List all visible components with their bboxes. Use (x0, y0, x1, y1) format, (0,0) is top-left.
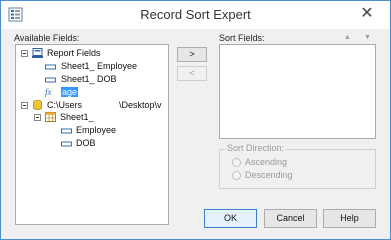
add-sort-field-button[interactable]: > (177, 47, 207, 62)
report-fields-icon (32, 48, 43, 58)
move-up-icon[interactable]: ▲ (344, 34, 351, 41)
descending-radio[interactable] (232, 171, 241, 180)
field-icon (61, 141, 72, 147)
field-icon (61, 128, 72, 134)
table-icon (45, 112, 56, 122)
tree-item-age-label: age (61, 87, 79, 97)
tree-item-report-fields[interactable]: Report Fields (47, 48, 101, 59)
available-fields-label: Available Fields: (14, 33, 80, 43)
tree-item-dob[interactable]: DOB (76, 138, 96, 149)
tree-item-database-path[interactable]: C:\Users (47, 100, 82, 111)
available-fields-tree[interactable]: Report Fields Sheet1_ Employee Sheet1_ D… (15, 44, 169, 225)
sort-direction-group (219, 149, 376, 189)
database-icon (33, 100, 42, 110)
window-title: Record Sort Expert (140, 7, 251, 22)
ascending-label: Ascending (245, 157, 288, 167)
field-icon (45, 64, 56, 70)
move-down-icon[interactable]: ▼ (364, 34, 371, 41)
title-bar: Record Sort Expert ✕ (1, 1, 390, 29)
collapse-database-icon[interactable] (21, 102, 28, 109)
tree-item-sheet1[interactable]: Sheet1_ (60, 112, 94, 123)
sort-fields-label: Sort Fields: (219, 33, 265, 43)
tree-item-database-path-end: \Desktop\v (119, 100, 162, 110)
tree-item-sheet1-dob[interactable]: Sheet1_ DOB (61, 74, 117, 85)
record-sort-expert-dialog: Record Sort Expert ✕ Available Fields: R… (0, 0, 391, 240)
close-button[interactable]: ✕ (358, 5, 376, 23)
ascending-radio[interactable] (232, 158, 241, 167)
remove-sort-field-button[interactable]: < (177, 66, 207, 81)
tree-item-sheet1-employee[interactable]: Sheet1_ Employee (61, 61, 137, 72)
field-icon (45, 77, 56, 83)
help-button[interactable]: Help (323, 209, 376, 228)
sort-fields-list[interactable] (219, 44, 376, 139)
sort-direction-legend: Sort Direction: (225, 143, 287, 153)
tree-item-employee[interactable]: Employee (76, 125, 116, 136)
descending-label: Descending (245, 170, 293, 180)
tree-item-age[interactable]: age (61, 87, 79, 98)
fx-icon: fx (45, 87, 52, 97)
cancel-button[interactable]: Cancel (264, 209, 317, 228)
ok-button[interactable]: OK (204, 209, 257, 228)
collapse-sheet1-icon[interactable] (34, 114, 41, 121)
collapse-report-fields-icon[interactable] (21, 50, 28, 57)
